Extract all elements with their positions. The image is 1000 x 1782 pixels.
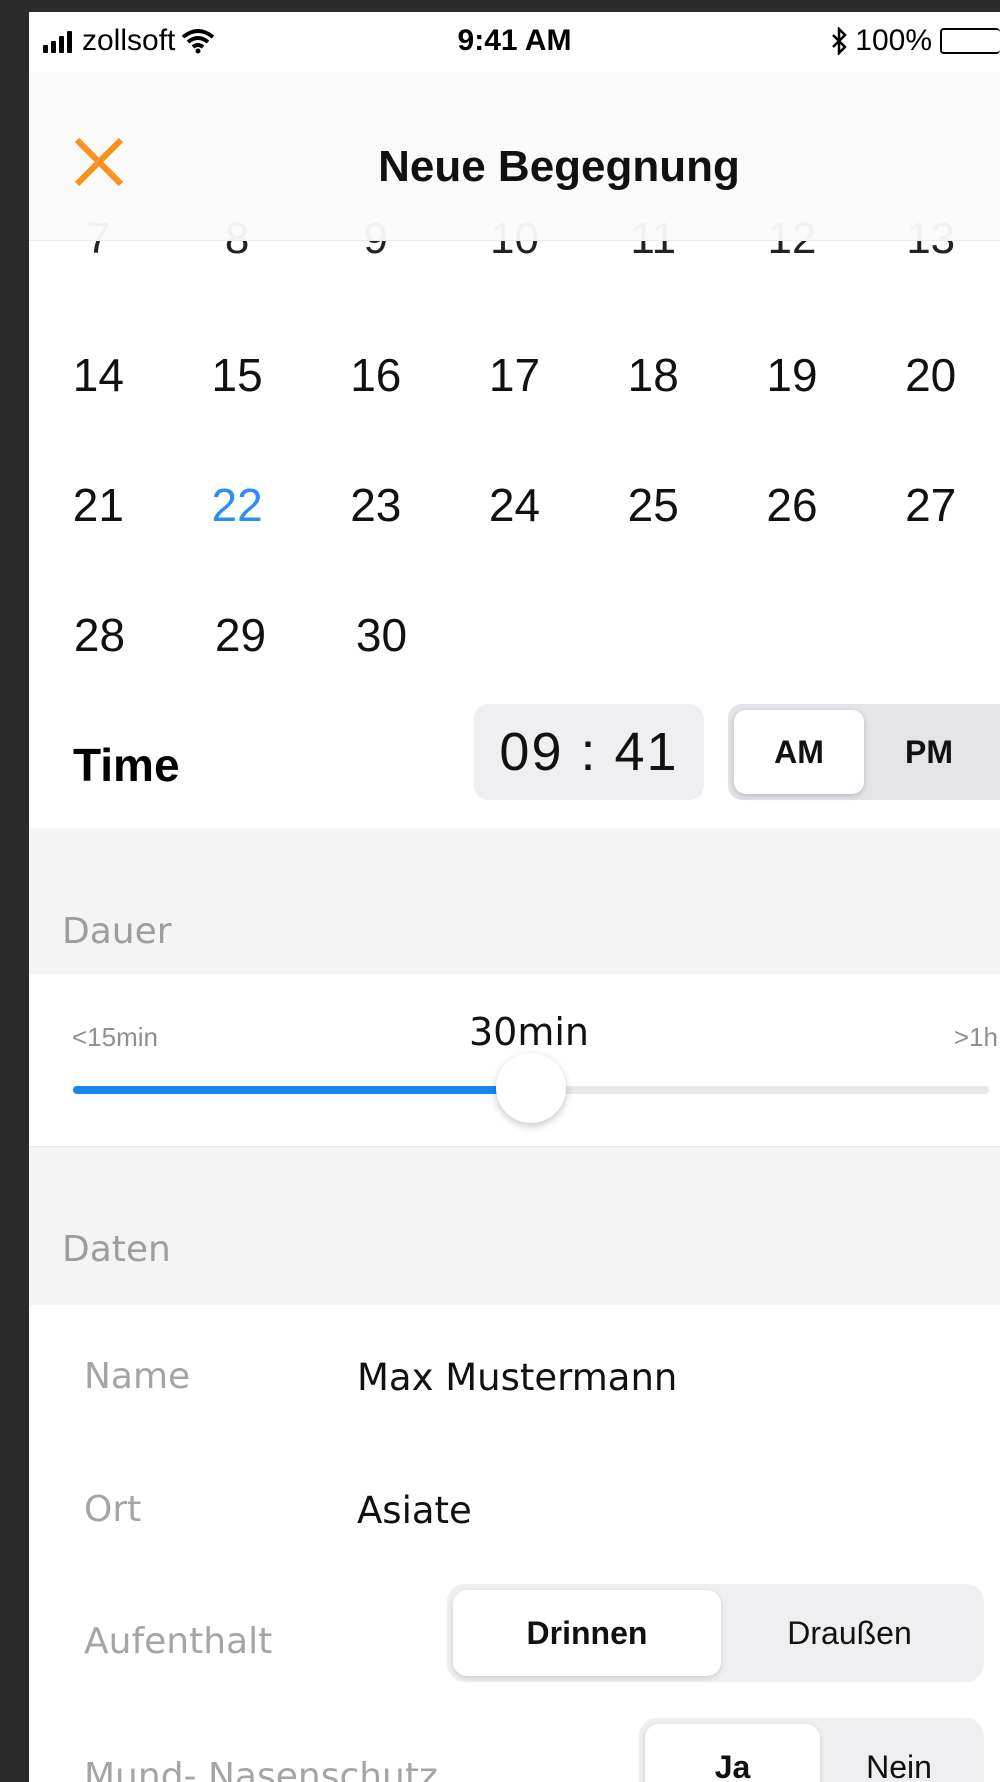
calendar-day[interactable]: 21 bbox=[29, 478, 168, 532]
calendar-day[interactable]: 19 bbox=[723, 348, 862, 402]
calendar-day[interactable]: 29 bbox=[170, 608, 311, 662]
calendar-day[interactable]: 26 bbox=[723, 478, 862, 532]
name-label: Name bbox=[84, 1356, 191, 1397]
name-row[interactable]: Name Max Mustermann bbox=[29, 1320, 1000, 1430]
calendar-day[interactable]: 17 bbox=[445, 348, 584, 402]
calendar-day[interactable]: 28 bbox=[29, 608, 170, 662]
calendar-day[interactable]: 30 bbox=[311, 608, 452, 662]
navigation-bar: Neue Begegnung bbox=[29, 72, 1000, 241]
calendar-day[interactable]: 15 bbox=[168, 348, 307, 402]
ja-option[interactable]: Ja bbox=[645, 1724, 820, 1782]
aufenthalt-label: Aufenthalt bbox=[84, 1621, 273, 1662]
duration-slider-thumb[interactable] bbox=[496, 1053, 566, 1123]
battery-percent: 100% bbox=[855, 24, 932, 57]
section-title: Dauer bbox=[62, 911, 172, 952]
time-label: Time bbox=[73, 739, 180, 791]
calendar-day[interactable]: 20 bbox=[861, 348, 1000, 402]
mns-label: Mund- Nasenschutz bbox=[84, 1756, 438, 1782]
calendar-day[interactable]: 16 bbox=[306, 348, 445, 402]
calendar-week-row: 14 15 16 17 18 19 20 bbox=[29, 348, 1000, 402]
calendar-day[interactable]: 25 bbox=[584, 478, 723, 532]
calendar-week-row: 21 22 23 24 25 26 27 bbox=[29, 478, 1000, 532]
app-screen: zollsoft 9:41 AM 100% Neue Begegnung 14 … bbox=[29, 12, 1000, 1782]
draussen-option[interactable]: Draußen bbox=[721, 1590, 978, 1676]
page-title: Neue Begegnung bbox=[378, 142, 740, 191]
pm-option[interactable]: PM bbox=[864, 710, 994, 794]
ort-row[interactable]: Ort Asiate bbox=[29, 1453, 1000, 1563]
calendar-week-row: 28 29 30 bbox=[29, 608, 1000, 662]
ort-label: Ort bbox=[84, 1489, 142, 1530]
aufenthalt-segmented-control[interactable]: Drinnen Draußen bbox=[447, 1584, 984, 1682]
calendar-day[interactable]: 24 bbox=[445, 478, 584, 532]
dauer-section-header: Dauer bbox=[29, 828, 1000, 974]
status-bar: zollsoft 9:41 AM 100% bbox=[29, 12, 1000, 72]
calendar-day[interactable]: 18 bbox=[584, 348, 723, 402]
time-picker-field[interactable]: 09 : 41 bbox=[474, 704, 704, 800]
nein-option[interactable]: Nein bbox=[820, 1724, 978, 1782]
am-pm-selector[interactable]: AM PM bbox=[728, 704, 1000, 800]
drinnen-option[interactable]: Drinnen bbox=[453, 1590, 721, 1676]
name-value[interactable]: Max Mustermann bbox=[357, 1356, 677, 1399]
calendar-day[interactable]: 27 bbox=[861, 478, 1000, 532]
daten-section-header: Daten bbox=[29, 1146, 1000, 1305]
mns-segmented-control[interactable]: Ja Nein bbox=[639, 1718, 984, 1782]
slider-value-label: 30min bbox=[468, 1010, 589, 1054]
am-option[interactable]: AM bbox=[734, 710, 864, 794]
battery-icon bbox=[940, 28, 1000, 54]
bluetooth-icon bbox=[832, 27, 848, 55]
calendar-day-selected[interactable]: 22 bbox=[168, 478, 307, 532]
calendar-day[interactable]: 23 bbox=[306, 478, 445, 532]
section-title: Daten bbox=[62, 1229, 171, 1270]
ort-value[interactable]: Asiate bbox=[357, 1489, 472, 1532]
duration-slider-fill bbox=[73, 1086, 531, 1094]
calendar-day[interactable]: 14 bbox=[29, 348, 168, 402]
slider-max-label: >1h bbox=[953, 1022, 998, 1052]
status-right: 100% bbox=[831, 24, 1000, 58]
